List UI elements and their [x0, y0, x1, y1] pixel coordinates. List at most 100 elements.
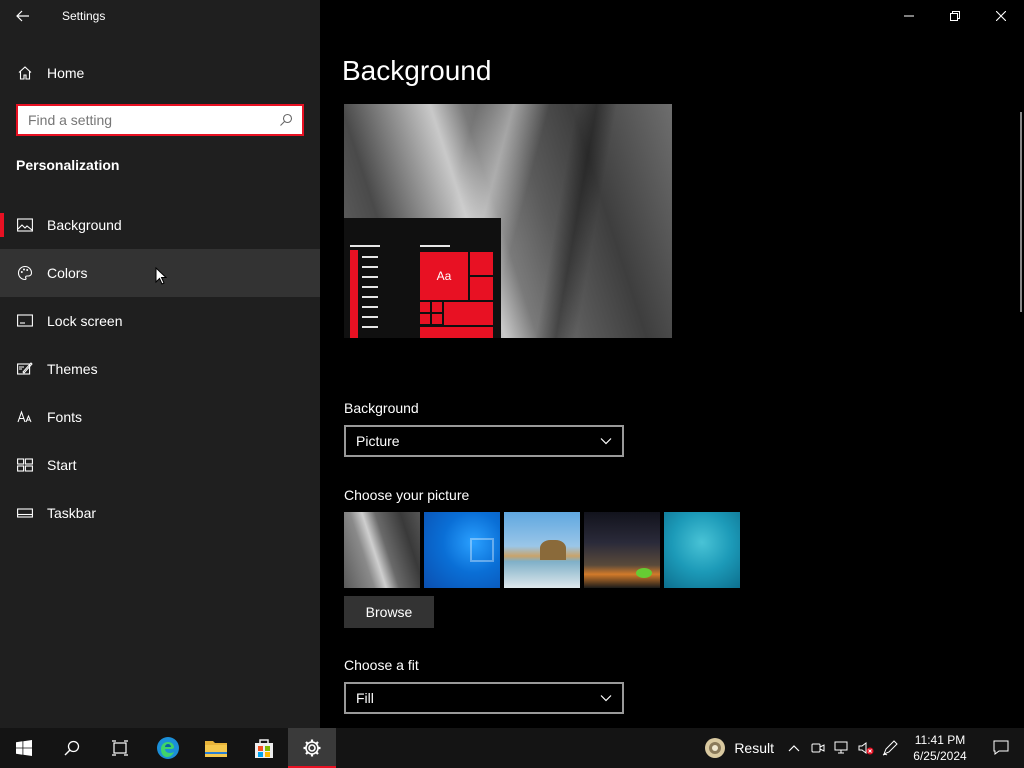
scrollbar[interactable]	[1020, 112, 1022, 312]
taskbar-icon	[16, 504, 34, 522]
search-icon[interactable]	[274, 108, 298, 132]
edge-taskbar-button[interactable]	[144, 728, 192, 768]
sidebar-item-fonts[interactable]: Fonts	[0, 393, 320, 441]
weather-label: Result	[734, 740, 774, 756]
camera-icon	[811, 743, 825, 753]
sidebar-item-start[interactable]: Start	[0, 441, 320, 489]
preview-tile	[420, 314, 430, 324]
start-button[interactable]	[0, 728, 48, 768]
sidebar-item-label: Start	[47, 457, 77, 473]
search-input[interactable]	[18, 106, 274, 134]
pen-button[interactable]	[878, 728, 902, 768]
sidebar-item-label: Taskbar	[47, 505, 97, 521]
minimize-icon	[904, 15, 914, 17]
task-view-icon	[112, 740, 128, 756]
notifications-button[interactable]	[978, 728, 1024, 768]
preview-tile	[444, 302, 493, 325]
weather-icon	[705, 738, 726, 758]
volume-button[interactable]	[854, 728, 878, 768]
search-box[interactable]	[16, 104, 304, 136]
picture-thumbnail-rock[interactable]	[344, 512, 420, 588]
folder-icon	[205, 741, 227, 757]
sidebar-item-label: Colors	[47, 265, 88, 281]
restore-icon	[950, 11, 960, 21]
picture-thumbnail-underwater[interactable]	[664, 512, 740, 588]
volume-muted-icon	[858, 742, 874, 755]
restore-button[interactable]	[932, 0, 978, 32]
chevron-down-icon	[600, 438, 612, 445]
fonts-icon	[16, 408, 34, 426]
preview-menu-line	[362, 316, 378, 318]
store-icon	[255, 739, 273, 758]
meet-now-button[interactable]	[806, 728, 830, 768]
preview-start-menu: Aa	[344, 218, 501, 338]
home-icon	[16, 64, 34, 82]
preview-tile	[432, 314, 442, 324]
preview-menu-line	[362, 326, 378, 328]
search-icon	[64, 740, 80, 756]
sidebar-item-themes[interactable]: Themes	[0, 345, 320, 393]
sidebar-item-taskbar[interactable]: Taskbar	[0, 489, 320, 537]
picture-thumbnail-night-sky[interactable]	[584, 512, 660, 588]
show-hidden-icons-button[interactable]	[782, 728, 806, 768]
background-preview: Aa	[344, 104, 672, 338]
preview-tile	[420, 327, 493, 338]
sidebar: Settings Home Personalization Background…	[0, 0, 320, 728]
minimize-button[interactable]	[886, 0, 932, 32]
preview-menu-line	[362, 256, 378, 258]
preview-menu-line	[362, 296, 378, 298]
preview-tile-large: Aa	[420, 252, 468, 300]
background-type-label: Background	[344, 400, 419, 416]
sidebar-item-lock-screen[interactable]: Lock screen	[0, 297, 320, 345]
store-taskbar-button[interactable]	[240, 728, 288, 768]
background-type-dropdown[interactable]: Picture	[344, 425, 624, 457]
preview-tile	[470, 277, 493, 300]
windows-logo-icon	[16, 740, 32, 756]
settings-taskbar-button[interactable]	[288, 728, 336, 768]
home-label: Home	[47, 65, 85, 81]
lock-screen-icon	[16, 312, 34, 330]
close-button[interactable]	[978, 0, 1024, 32]
preview-tile	[432, 302, 442, 312]
preview-tile-header	[420, 245, 450, 247]
background-type-value: Picture	[356, 433, 400, 449]
browse-button[interactable]: Browse	[344, 596, 434, 628]
start-icon	[16, 456, 34, 474]
preview-menu-line	[362, 276, 378, 278]
clock[interactable]: 11:41 PM 6/25/2024	[902, 732, 978, 764]
choose-fit-label: Choose a fit	[344, 657, 419, 673]
weather-widget[interactable]: Result	[696, 728, 782, 768]
back-button[interactable]	[0, 0, 46, 32]
picture-icon	[16, 216, 34, 234]
chevron-down-icon	[600, 695, 612, 702]
clock-date: 6/25/2024	[913, 749, 967, 763]
file-explorer-taskbar-button[interactable]	[192, 728, 240, 768]
task-view-button[interactable]	[96, 728, 144, 768]
back-arrow-icon	[16, 10, 29, 22]
app-title: Settings	[62, 9, 106, 23]
window-controls	[886, 0, 1024, 32]
preview-menu-line	[362, 306, 378, 308]
fit-dropdown[interactable]: Fill	[344, 682, 624, 714]
choose-picture-label: Choose your picture	[344, 487, 470, 503]
sidebar-item-label: Lock screen	[47, 313, 123, 329]
palette-icon	[16, 264, 34, 282]
preview-accent-bar	[350, 250, 358, 338]
picture-thumbnails	[344, 512, 740, 588]
page-title: Background	[342, 55, 492, 86]
preview-tile	[420, 302, 430, 312]
picture-thumbnail-windows[interactable]	[424, 512, 500, 588]
edge-browser-icon	[157, 737, 179, 759]
sidebar-item-background[interactable]: Background	[0, 201, 320, 249]
home-nav-item[interactable]: Home	[0, 53, 320, 93]
sidebar-item-label: Background	[47, 217, 122, 233]
sidebar-item-label: Themes	[47, 361, 98, 377]
preview-menu-line	[362, 266, 378, 268]
clock-time: 11:41 PM	[914, 733, 966, 747]
network-button[interactable]	[830, 728, 854, 768]
search-taskbar-button[interactable]	[48, 728, 96, 768]
themes-icon	[16, 360, 34, 378]
preview-menu-line	[362, 286, 378, 288]
picture-thumbnail-beach[interactable]	[504, 512, 580, 588]
sidebar-item-label: Fonts	[47, 409, 83, 425]
